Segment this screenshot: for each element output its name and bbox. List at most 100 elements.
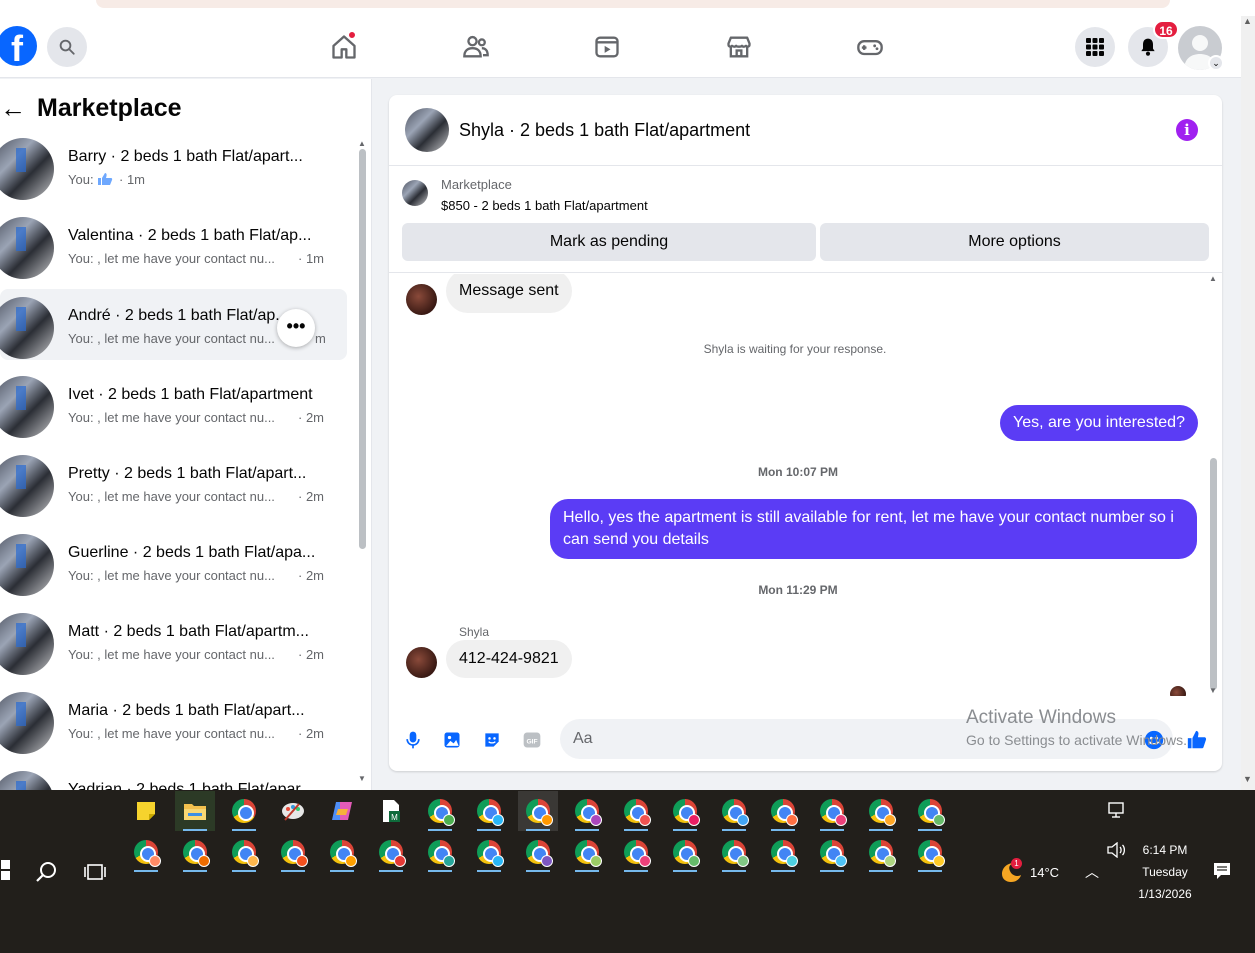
taskbar-paint[interactable]: [273, 791, 313, 831]
taskbar-chrome-profile[interactable]: [420, 832, 460, 872]
back-arrow-icon[interactable]: ←: [0, 93, 30, 124]
taskbar-sticky-notes[interactable]: [126, 791, 166, 831]
taskbar-chrome-profile[interactable]: [322, 832, 362, 872]
taskbar-chrome-profile[interactable]: [567, 791, 607, 831]
taskbar-chrome-profile[interactable]: [616, 832, 656, 872]
notification-center-icon[interactable]: [1213, 862, 1231, 880]
taskbar-chrome-profile[interactable]: [371, 832, 411, 872]
chevron-down-icon[interactable]: ⌄: [1208, 55, 1224, 71]
taskbar-chrome-profile[interactable]: [518, 832, 558, 872]
conversation-item[interactable]: Valentina · 2 beds 1 bath Flat/ap... You…: [0, 209, 347, 280]
taskbar-copilot[interactable]: [322, 791, 362, 831]
active-indicator: [183, 829, 207, 831]
nav-video[interactable]: [589, 29, 625, 65]
windows-start-icon[interactable]: [0, 860, 10, 880]
more-options-button[interactable]: More options: [820, 223, 1209, 261]
send-like-button[interactable]: [1185, 728, 1209, 752]
taskbar-chrome-profile[interactable]: [469, 832, 509, 872]
taskbar-chrome-profile[interactable]: [469, 791, 509, 831]
scroll-down-arrow-icon[interactable]: ▼: [1243, 774, 1252, 784]
taskbar-chrome-profile[interactable]: [714, 832, 754, 872]
scroll-up-arrow-icon[interactable]: ▲: [358, 139, 366, 148]
weather-widget[interactable]: 1: [998, 858, 1024, 884]
scrollbar-thumb[interactable]: [359, 149, 366, 549]
listing-thumbnail[interactable]: [405, 108, 449, 152]
menu-button[interactable]: [1075, 27, 1115, 67]
conversation-time: m: [315, 331, 326, 346]
browser-address-bar[interactable]: [96, 0, 1170, 8]
taskbar-chrome-profile[interactable]: [126, 832, 166, 872]
scroll-down-arrow-icon[interactable]: ▼: [358, 774, 366, 783]
taskbar-chrome-profile[interactable]: [567, 832, 607, 872]
conversation-item[interactable]: Matt · 2 beds 1 bath Flat/apartm... You:…: [0, 605, 347, 676]
taskbar-chrome-profile[interactable]: [910, 832, 950, 872]
taskbar-chrome-profile[interactable]: [665, 832, 705, 872]
conversation-item[interactable]: Pretty · 2 beds 1 bath Flat/apart... You…: [0, 447, 347, 518]
taskbar-chrome-profile[interactable]: [273, 832, 313, 872]
chat-title[interactable]: Shyla · 2 beds 1 bath Flat/apartment: [459, 120, 750, 141]
taskbar-chrome-profile[interactable]: [861, 791, 901, 831]
message-composer: GIF: [389, 715, 1222, 765]
listing-price[interactable]: $850 - 2 beds 1 bath Flat/apartment: [441, 198, 648, 213]
page-scrollbar[interactable]: ▲ ▼: [1241, 16, 1255, 790]
listing-thumbnail[interactable]: [402, 180, 428, 206]
clock-date[interactable]: 1/13/2026: [1130, 887, 1200, 901]
search-button[interactable]: [47, 27, 87, 67]
taskbar-chrome-profile[interactable]: [861, 832, 901, 872]
nav-gaming[interactable]: [852, 29, 888, 65]
taskbar-chrome-profile[interactable]: [812, 832, 852, 872]
conversation-more-button[interactable]: •••: [277, 309, 315, 347]
conversation-item[interactable]: Ivet · 2 beds 1 bath Flat/apartment You:…: [0, 368, 347, 439]
taskbar-chrome-profile[interactable]: [714, 791, 754, 831]
conversation-item[interactable]: Guerline · 2 beds 1 bath Flat/apa... You…: [0, 526, 347, 597]
taskbar-file-explorer[interactable]: [175, 791, 215, 831]
conversation-item[interactable]: Yadrian · 2 beds 1 bath Flat/apar...: [0, 763, 347, 790]
taskbar-chrome-profile[interactable]: [665, 791, 705, 831]
attach-photo-button[interactable]: [440, 728, 464, 752]
gif-button[interactable]: GIF: [520, 728, 544, 752]
info-icon[interactable]: i: [1176, 119, 1198, 141]
taskbar-chrome-profile[interactable]: [616, 791, 656, 831]
taskbar-chrome[interactable]: [224, 791, 264, 831]
contact-avatar[interactable]: [406, 284, 437, 315]
taskbar-chrome-profile[interactable]: [763, 791, 803, 831]
emoji-button[interactable]: [1142, 728, 1166, 752]
contact-avatar[interactable]: [406, 647, 437, 678]
nav-home[interactable]: [326, 29, 362, 65]
chrome-icon: [134, 840, 161, 867]
scrollbar-thumb[interactable]: [1210, 458, 1217, 690]
conversation-item[interactable]: Maria · 2 beds 1 bath Flat/apart... You:…: [0, 684, 347, 755]
clock-time[interactable]: 6:14 PM: [1130, 843, 1200, 857]
voice-clip-button[interactable]: [401, 728, 425, 752]
taskbar-chrome-profile[interactable]: [812, 791, 852, 831]
scroll-up-arrow-icon[interactable]: ▲: [1243, 16, 1252, 26]
sticker-button[interactable]: [480, 728, 504, 752]
mark-as-pending-button[interactable]: Mark as pending: [402, 223, 816, 261]
chevron-up-icon[interactable]: ︿: [1085, 862, 1099, 882]
chat-window: Shyla · 2 beds 1 bath Flat/apartment i M…: [389, 95, 1222, 771]
taskbar-document-app[interactable]: M: [371, 791, 411, 831]
nav-friends[interactable]: [458, 29, 494, 65]
taskbar-chrome-profile[interactable]: [175, 832, 215, 872]
chat-scrollbar[interactable]: ▲ ▼: [1209, 274, 1219, 699]
gaming-icon: [857, 40, 883, 56]
taskbar-chrome-profile[interactable]: [224, 832, 264, 872]
speaker-icon[interactable]: [1107, 842, 1127, 858]
scroll-up-arrow-icon[interactable]: ▲: [1209, 274, 1217, 283]
task-view-icon[interactable]: [84, 862, 106, 882]
taskbar-chrome-profile[interactable]: [763, 832, 803, 872]
search-icon[interactable]: [35, 860, 59, 884]
message-input[interactable]: [560, 719, 1173, 759]
taskbar-chrome-profile-active[interactable]: [518, 791, 558, 831]
scroll-down-arrow-icon[interactable]: ▼: [1209, 686, 1217, 695]
taskbar-chrome-profile[interactable]: [420, 791, 460, 831]
network-icon[interactable]: [1108, 802, 1126, 818]
chrome-icon: [428, 840, 455, 867]
nav-marketplace[interactable]: [721, 29, 757, 65]
clock-day[interactable]: Tuesday: [1130, 865, 1200, 879]
taskbar-chrome-profile[interactable]: [910, 791, 950, 831]
conversation-item[interactable]: Barry · 2 beds 1 bath Flat/apart... You:…: [0, 130, 347, 201]
inbox-scrollbar[interactable]: ▲ ▼: [357, 139, 367, 789]
conversation-time: · 2m: [298, 489, 324, 504]
facebook-logo[interactable]: f: [0, 26, 37, 66]
